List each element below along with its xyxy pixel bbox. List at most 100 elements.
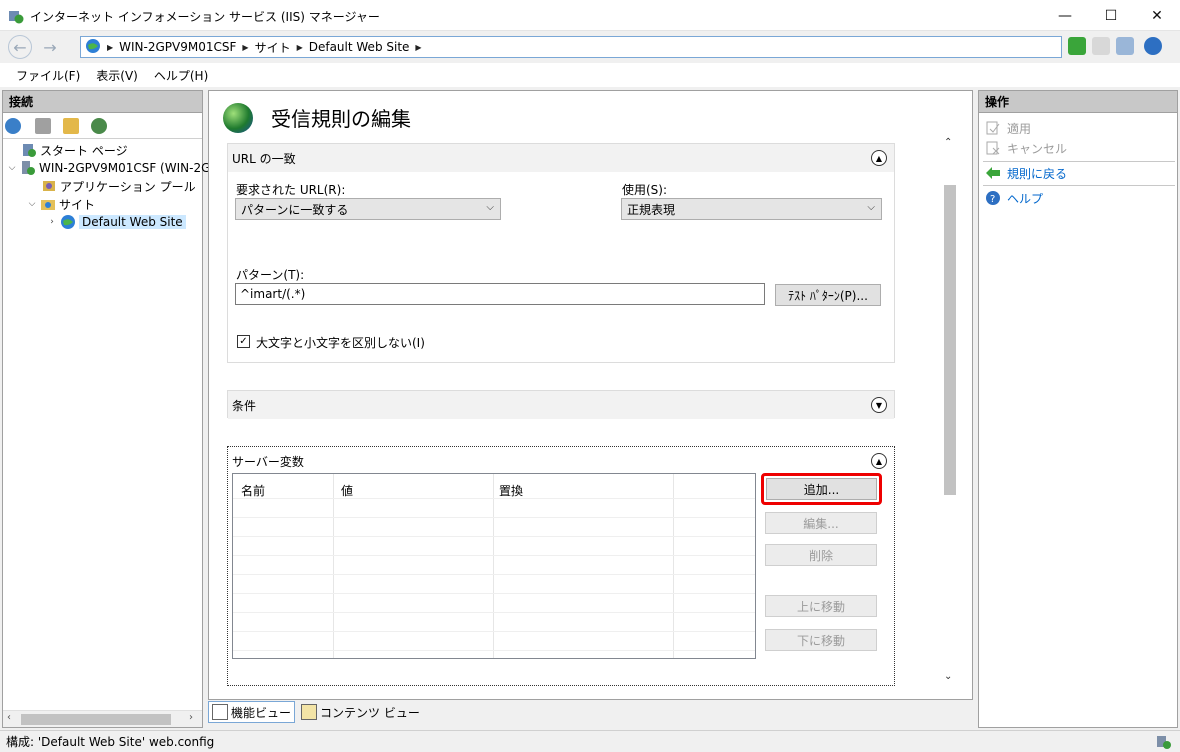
breadcrumb-site[interactable]: Default Web Site (309, 40, 410, 54)
maximize-button[interactable]: ☐ (1088, 0, 1134, 31)
status-text: 構成: 'Default Web Site' web.config (6, 735, 215, 749)
server-variables-grid[interactable]: 名前 値 置換 (232, 473, 756, 659)
chevron-down-icon: ⌵ (867, 202, 875, 213)
menu-view[interactable]: 表示(V) (88, 67, 146, 84)
apply-icon (985, 120, 1001, 136)
save-icon[interactable] (35, 118, 51, 134)
back-to-rules-label: 規則に戻る (1007, 166, 1068, 181)
address-bar-row: ← → ▶ WIN-2GPV9M01CSF ▶ サイト ▶ Default We… (0, 31, 1180, 62)
move-up-button[interactable]: 上に移動 (765, 595, 877, 617)
horizontal-scrollbar[interactable]: ‹ › (3, 710, 202, 727)
column-header-value[interactable]: 値 (341, 482, 353, 499)
move-down-button[interactable]: 下に移動 (765, 629, 877, 651)
forward-button[interactable]: → (38, 35, 62, 59)
url-match-title: URL の一致 (232, 151, 296, 166)
tree-item-default-web-site[interactable]: › Default Web Site (47, 213, 186, 231)
chevron-right-icon[interactable]: › (47, 217, 57, 227)
web-site-globe-icon (60, 214, 76, 230)
server-variables-section: サーバー変数 ▲ 名前 値 置換 追加... 編集... 削除 上に移動 下に移… (227, 446, 895, 686)
expand-down-icon[interactable]: ▼ (871, 397, 887, 413)
scroll-thumb[interactable] (944, 185, 956, 495)
chevron-right-icon: ▶ (107, 42, 114, 52)
conditions-section: 条件 ▼ (227, 390, 895, 419)
chevron-right-icon: ▶ (415, 42, 422, 52)
grid-row-line (233, 574, 755, 575)
column-header-replace[interactable]: 置換 (499, 482, 523, 499)
content-view-icon (301, 704, 318, 720)
chevron-down-icon[interactable]: ⌵ (7, 163, 17, 173)
requested-url-select[interactable]: パターンに一致する ⌵ (235, 198, 501, 220)
scroll-left-icon[interactable]: ‹ (7, 712, 11, 723)
add-button[interactable]: 追加... (766, 478, 877, 500)
back-to-rules-action[interactable]: 規則に戻る (985, 164, 1067, 182)
breadcrumb-server[interactable]: WIN-2GPV9M01CSF (119, 40, 236, 54)
disconnect-icon[interactable] (91, 118, 107, 134)
tree-item-sites[interactable]: ⌵ サイト (27, 195, 95, 213)
server-status-icon (1156, 734, 1172, 752)
ignore-case-checkbox[interactable]: ✓ (237, 335, 250, 348)
grid-row-line (233, 555, 755, 556)
grid-row-line (233, 631, 755, 632)
grid-row-line (233, 536, 755, 537)
scroll-thumb[interactable] (21, 714, 171, 725)
sites-folder-icon (40, 196, 56, 212)
help-action[interactable]: ? ヘルプ (985, 189, 1043, 207)
connections-toolbar (3, 113, 202, 139)
close-button[interactable]: ✕ (1134, 0, 1180, 31)
using-label: 使用(S): (622, 183, 668, 197)
window-title: インターネット インフォメーション サービス (IIS) マネージャー (30, 10, 380, 24)
cancel-icon (985, 140, 1001, 156)
view-tabs: 機能ビュー コンテンツ ビュー (208, 701, 424, 723)
tree-item-start-page[interactable]: スタート ページ (21, 141, 128, 159)
server-icon (20, 160, 36, 176)
scroll-down-icon[interactable]: ⌄ (944, 671, 952, 682)
help-icon[interactable] (1144, 37, 1162, 55)
tab-features-view[interactable]: 機能ビュー (208, 701, 296, 723)
apply-action[interactable]: 適用 (985, 119, 1031, 137)
menu-file[interactable]: ファイル(F) (8, 67, 88, 84)
menu-help[interactable]: ヘルプ(H) (146, 67, 216, 84)
status-bar: 構成: 'Default Web Site' web.config (0, 730, 1180, 752)
column-header-name[interactable]: 名前 (241, 482, 265, 499)
url-match-header[interactable]: URL の一致 ▲ (228, 144, 894, 172)
ignore-case-label: 大文字と小文字を区別しない(I) (256, 336, 425, 350)
scroll-up-icon[interactable]: ⌃ (944, 137, 952, 148)
chevron-down-icon[interactable]: ⌵ (27, 199, 37, 209)
requested-url-value: パターンに一致する (241, 202, 349, 217)
cancel-action[interactable]: キャンセル (985, 139, 1067, 157)
actions-title: 操作 (979, 91, 1177, 113)
stop-icon[interactable] (1092, 37, 1110, 55)
delete-button[interactable]: 削除 (765, 544, 877, 566)
edit-button[interactable]: 編集... (765, 512, 877, 534)
collapse-up-icon[interactable]: ▲ (871, 150, 887, 166)
collapse-up-icon[interactable]: ▲ (871, 453, 887, 469)
test-pattern-button[interactable]: ﾃｽﾄ ﾊﾟﾀｰﾝ(P)... (775, 284, 881, 306)
tree-item-app-pools[interactable]: アプリケーション プール (41, 177, 196, 195)
address-bar[interactable]: ▶ WIN-2GPV9M01CSF ▶ サイト ▶ Default Web Si… (80, 36, 1062, 58)
grid-row-line (233, 612, 755, 613)
connect-icon[interactable] (5, 118, 21, 134)
breadcrumb-sites[interactable]: サイト (255, 39, 291, 56)
home-icon[interactable] (1116, 37, 1134, 55)
connections-tree: スタート ページ ⌵ WIN-2GPV9M01CSF (WIN-2GI アプリケ… (3, 139, 214, 699)
back-button[interactable]: ← (8, 35, 32, 59)
refresh-icon[interactable] (1068, 37, 1086, 55)
server-variables-header[interactable]: サーバー変数 ▲ (228, 447, 894, 475)
help-label: ヘルプ (1007, 191, 1044, 206)
title-bar: インターネット インフォメーション サービス (IIS) マネージャー — ☐ … (0, 0, 1180, 31)
tab-content-label: コンテンツ ビュー (320, 705, 420, 720)
pattern-input[interactable]: ^imart/(.*) (235, 283, 765, 305)
tab-content-view[interactable]: コンテンツ ビュー (297, 701, 424, 723)
minimize-button[interactable]: — (1042, 0, 1088, 31)
scroll-right-icon[interactable]: › (189, 712, 193, 723)
pattern-value: ^imart/(.*) (240, 287, 306, 301)
actions-panel: 操作 適用 キャンセル 規則に戻る ? ヘルプ (978, 90, 1178, 728)
conditions-header[interactable]: 条件 ▼ (228, 391, 894, 419)
grid-row-line (233, 517, 755, 518)
up-folder-icon[interactable] (63, 118, 79, 134)
vertical-scrollbar[interactable]: ⌃ ⌄ (941, 133, 959, 689)
tree-item-server[interactable]: ⌵ WIN-2GPV9M01CSF (WIN-2GI (7, 159, 214, 177)
using-value: 正規表現 (627, 202, 676, 217)
connections-title: 接続 (3, 91, 202, 113)
using-select[interactable]: 正規表現 ⌵ (621, 198, 882, 220)
